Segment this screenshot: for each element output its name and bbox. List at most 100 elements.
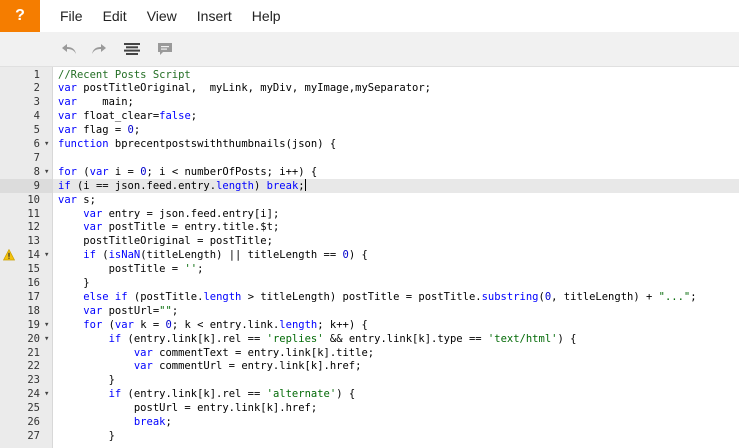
code-line[interactable]: 8 ▾ for (var i = 0; i < numberOfPosts; i++… [0,165,739,179]
fold-arrow-icon[interactable]: ▾ [44,332,52,346]
fold-arrow-icon[interactable]: ▾ [44,248,52,262]
undo-icon [62,44,76,54]
redo-button[interactable] [90,40,108,58]
line-number: 9 [33,179,40,192]
format-icon [124,43,140,55]
code-text: for (var i = 0; i < numberOfPosts; i++) … [58,165,318,178]
code-line[interactable]: 17 else if (postTitle.length > titleLeng… [0,290,739,304]
code-text: if (entry.link[k].rel == 'alternate') { [108,388,356,401]
line-number: 4 [33,110,40,123]
line-number: 14 [27,249,40,262]
code-text: var entry = json.feed.entry[i]; [83,207,280,220]
code-text: //Recent Posts Script [58,68,191,81]
line-number: 21 [27,346,40,359]
code-text: var postTitle = entry.title.$t; [83,221,280,234]
code-line[interactable]: 24 ▾ if (entry.link[k].rel == 'alternate'… [0,387,739,401]
code-line[interactable]: 3 var main; [0,95,739,109]
code-line[interactable]: 1 //Recent Posts Script [0,68,739,82]
code-text: var postTitleOriginal, myLink, myDiv, my… [58,82,431,95]
app-logo[interactable]: ? [0,0,40,32]
line-number: 26 [27,416,40,428]
code-text: postUrl = entry.link[k].href; [58,402,318,415]
line-number: 3 [33,96,40,109]
code-text: for (var k = 0; k < entry.link.length; k… [83,318,368,331]
code-text: break; [133,416,172,428]
code-text: if (i == json.feed.entry.length) break; [58,178,306,192]
line-number: 8 [33,165,40,178]
line-number: 5 [33,124,40,137]
line-number: 17 [27,290,40,303]
code-line[interactable]: 26 break; [0,415,739,429]
line-number: 12 [27,221,40,234]
code-text: function bprecentpostswiththumbnails(jso… [58,138,337,150]
code-line[interactable]: 15 postTitle = ''; [0,262,739,276]
code-line[interactable]: 20 ▾ if (entry.link[k].rel == 'replies' &… [0,332,739,346]
line-number: 2 [33,82,40,95]
comment-button[interactable] [156,40,174,58]
code-line[interactable]: 5 var flag = 0; [0,123,739,137]
code-editor[interactable]: 1 //Recent Posts Script 2 var postTitleOrig… [0,67,739,448]
code-text: if (entry.link[k].rel == 'replies' && en… [108,332,577,345]
code-line[interactable]: 25 postUrl = entry.link[k].href; [0,401,739,415]
fold-arrow-icon[interactable]: ▾ [44,318,52,332]
code-line[interactable]: 22 var commentUrl = entry.link[k].href; [0,359,739,373]
menu-insert[interactable]: Insert [197,8,242,24]
line-number: 15 [27,263,40,276]
code-line[interactable]: 27 } [0,429,739,443]
code-text: var commentText = entry.link[k].title; [133,346,375,359]
redo-icon [92,44,106,54]
code-text: var flag = 0; [58,124,141,137]
line-number: 16 [27,277,40,289]
line-number: 13 [27,235,40,248]
code-line[interactable]: 4 var float_clear=false; [0,109,739,123]
code-line[interactable]: 12 var postTitle = entry.title.$t; [0,220,739,234]
menu-file[interactable]: File [60,8,93,24]
code-text: var float_clear=false; [58,110,198,123]
app-logo-text: ? [15,7,25,24]
code-line[interactable]: 2 var postTitleOriginal, myLink, myDiv, m… [0,81,739,95]
format-button[interactable] [123,40,141,58]
menu-view[interactable]: View [147,8,187,24]
code-text: } [58,277,90,289]
line-number: 19 [27,318,40,331]
line-number: 22 [27,360,40,373]
code-text: var postUrl=""; [83,304,179,317]
code-line[interactable]: 11 var entry = json.feed.entry[i]; [0,207,739,221]
line-number: 1 [33,68,40,81]
line-number: 25 [27,402,40,415]
toolbar [0,32,739,67]
code-text: var s; [58,193,96,206]
line-number: 20 [27,332,40,345]
code-line[interactable]: 10 var s; [0,193,739,207]
code-text: var commentUrl = entry.link[k].href; [133,360,362,373]
line-number: 27 [27,429,40,442]
line-number: 6 [33,138,40,150]
code-line[interactable]: 13 postTitleOriginal = postTitle; [0,234,739,248]
code-line[interactable]: 9 if (i == json.feed.entry.length) break; [0,178,739,193]
line-number: 10 [27,193,40,206]
code-line[interactable]: 23 } [0,373,739,387]
code-text: } [58,429,115,442]
menu-edit[interactable]: Edit [103,8,137,24]
code-text: postTitleOriginal = postTitle; [58,235,273,248]
code-text: else if (postTitle.length > titleLength)… [83,290,697,303]
comment-icon [158,43,172,55]
fold-arrow-icon[interactable]: ▾ [44,387,52,401]
code-line[interactable]: 18 var postUrl=""; [0,304,739,318]
code-line[interactable]: 19 ▾ for (var k = 0; k < entry.link.lengt… [0,318,739,332]
line-number: 24 [27,388,40,401]
menu-bar: File Edit View Insert Help [40,0,739,32]
code-line[interactable]: 7 [0,151,739,165]
code-line[interactable]: 21 var commentText = entry.link[k].title… [0,346,739,360]
code-line[interactable]: 16 } [0,276,739,290]
line-number: 18 [27,304,40,317]
code-text: var main; [58,96,134,109]
code-line[interactable]: 6 ▾ function bprecentpostswiththumbnails(j… [0,137,739,151]
fold-arrow-icon[interactable]: ▾ [44,137,52,151]
code-line[interactable]: 14 ▾ if (isNaN(titleLength) || titleLengt… [0,248,739,262]
menu-help[interactable]: Help [252,8,291,24]
line-number: 23 [27,374,40,387]
code-text: if (isNaN(titleLength) || titleLength ==… [83,249,368,262]
fold-arrow-icon[interactable]: ▾ [44,165,52,179]
undo-button[interactable] [60,40,78,58]
